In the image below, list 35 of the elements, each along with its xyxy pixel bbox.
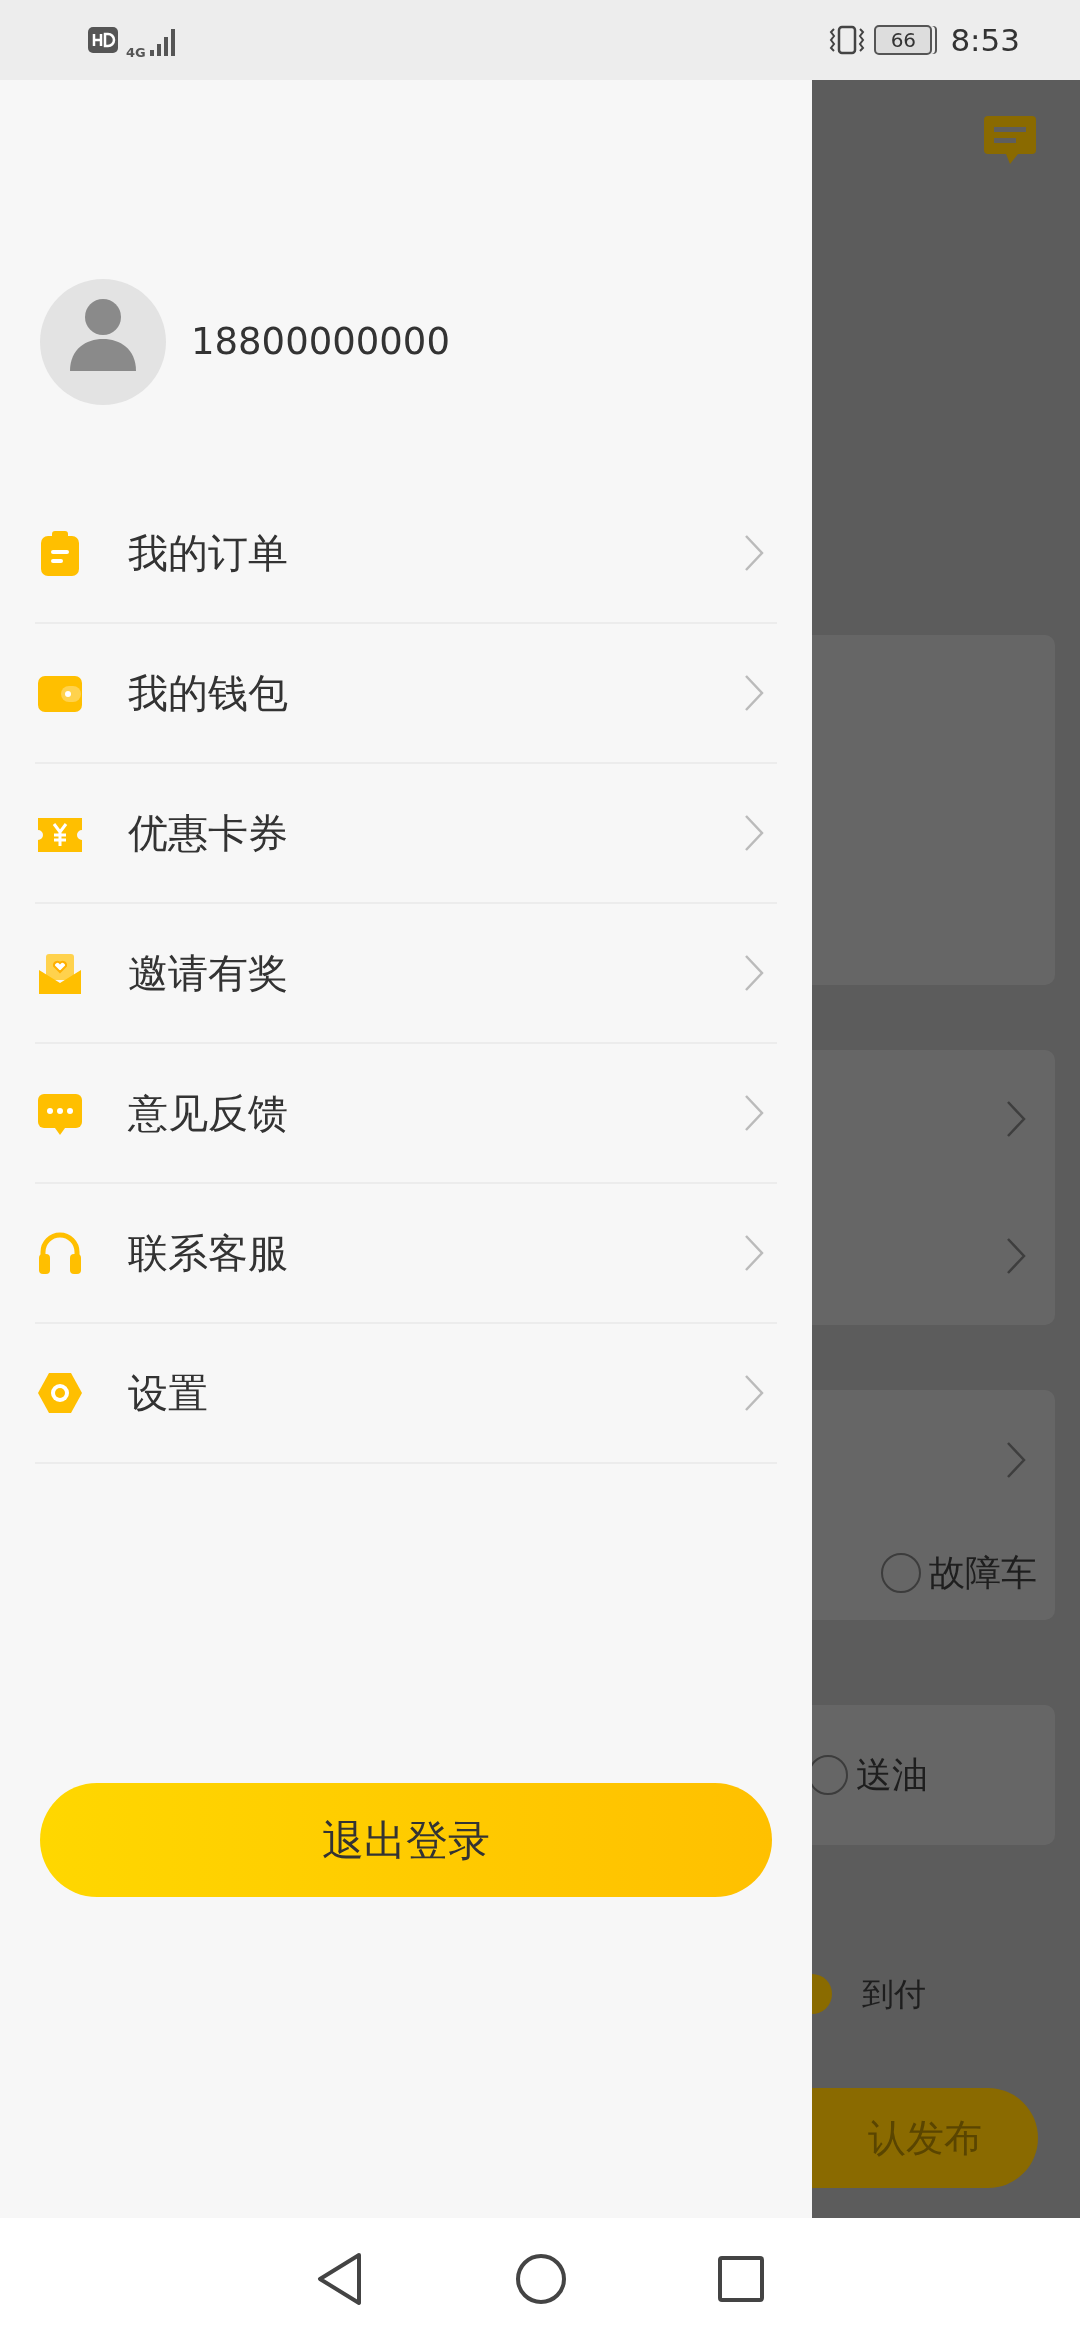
menu-item[interactable]: 设置 <box>35 1324 777 1464</box>
vibrate-icon <box>828 25 867 55</box>
logout-button[interactable]: 退出登录 <box>40 1783 772 1897</box>
menu-label: 我的钱包 <box>128 669 288 718</box>
hd-icon <box>88 27 118 53</box>
network-label: 4G <box>126 45 146 59</box>
chevron-icon <box>743 1093 765 1133</box>
menu-item[interactable]: 我的钱包 <box>35 624 777 764</box>
phone-number: 18800000000 <box>191 319 450 366</box>
menu-item[interactable]: 我的订单 <box>35 484 777 624</box>
chevron-icon <box>743 1233 765 1273</box>
menu-label: 我的订单 <box>128 529 288 578</box>
menu-label: 联系客服 <box>128 1229 288 1278</box>
option-label: 故障车 <box>929 1551 1037 1595</box>
recent-apps-icon[interactable] <box>717 2255 765 2303</box>
option-label: 送油 <box>856 1753 928 1797</box>
menu-item[interactable]: 联系客服 <box>35 1184 777 1324</box>
chevron-icon <box>743 673 765 713</box>
chevron-icon <box>743 1373 765 1413</box>
radio-button[interactable] <box>812 1755 848 1795</box>
option-label: 到付 <box>862 1974 926 2015</box>
chevron-icon <box>743 533 765 573</box>
menu-item[interactable]: 意见反馈 <box>35 1044 777 1184</box>
menu-item[interactable]: 邀请有奖 <box>35 904 777 1044</box>
menu-item[interactable]: 优惠卡券 <box>35 764 777 904</box>
chevron-icon <box>743 813 765 853</box>
home-icon[interactable] <box>515 2253 567 2305</box>
menu-label: 设置 <box>128 1369 208 1418</box>
menu-label: 优惠卡券 <box>128 809 288 858</box>
menu-label: 邀请有奖 <box>128 949 288 998</box>
menu-label: 意见反馈 <box>128 1089 288 1138</box>
chevron-icon <box>743 953 765 993</box>
chevron-icon <box>1005 1440 1027 1480</box>
radio-button[interactable] <box>881 1553 921 1593</box>
clock-time: 8:53 <box>950 20 1020 60</box>
